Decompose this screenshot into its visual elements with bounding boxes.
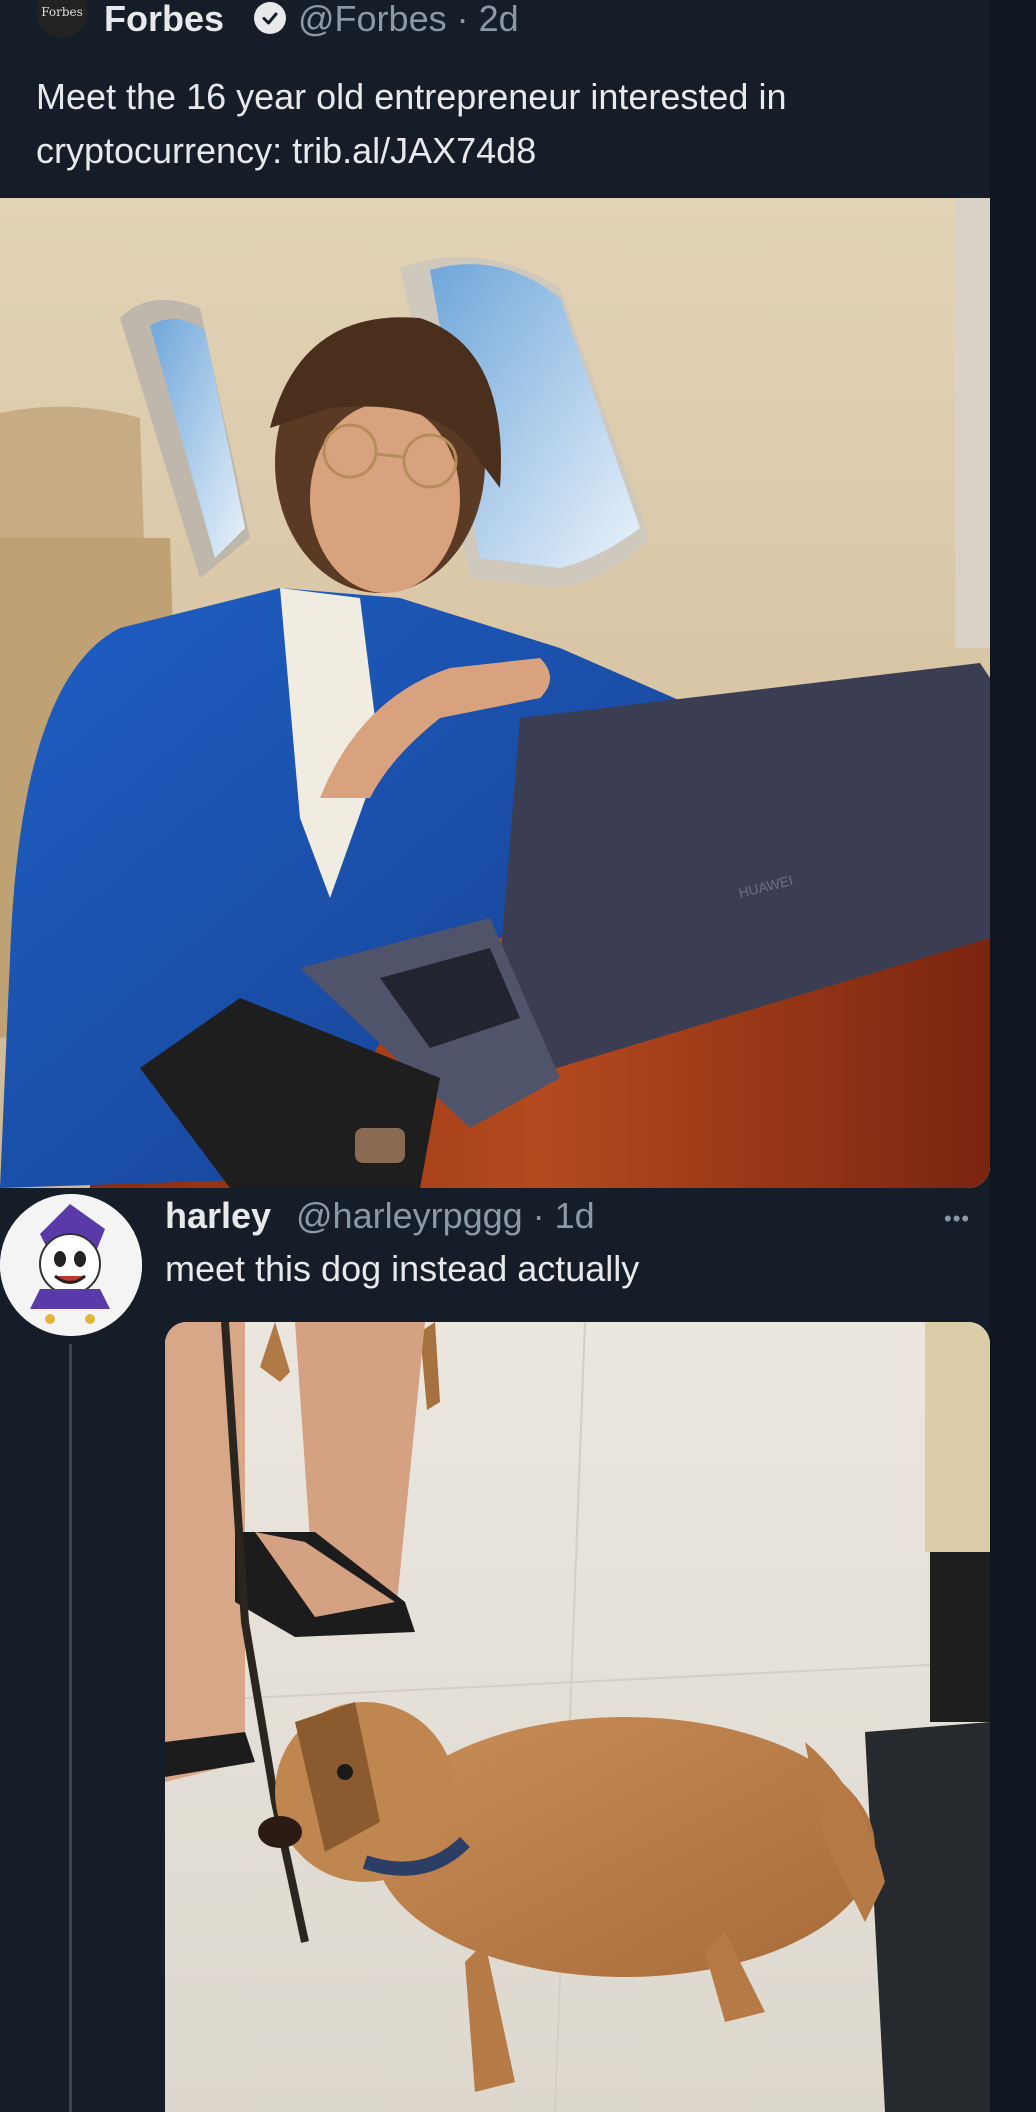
tweet-text: meet this dog instead actually: [165, 1248, 640, 1289]
harley-avatar[interactable]: [0, 1194, 142, 1336]
author-name[interactable]: harley: [165, 1195, 271, 1237]
avatar-logo-text: Forbes: [41, 5, 83, 19]
more-options-icon[interactable]: •••: [944, 1206, 970, 1232]
author-handle-time[interactable]: @Forbes · 2d: [298, 0, 519, 40]
verified-badge-icon: [254, 2, 286, 34]
author-name[interactable]: Forbes: [104, 0, 224, 40]
thread-line: [69, 1344, 72, 2112]
tweet-photo-dog[interactable]: [165, 1322, 990, 2112]
right-edge-panel: [990, 0, 1036, 2112]
tweet-header: Forbes Forbes @Forbes · 2d: [0, 0, 990, 40]
tweet-photo-entrepreneur[interactable]: HUAWEI: [0, 198, 990, 1188]
forbes-avatar[interactable]: Forbes: [36, 0, 88, 38]
tweet-text: Meet the 16 year old entrepreneur intere…: [36, 76, 787, 171]
author-handle-time[interactable]: @harleyrpggg · 1d: [296, 1195, 595, 1237]
